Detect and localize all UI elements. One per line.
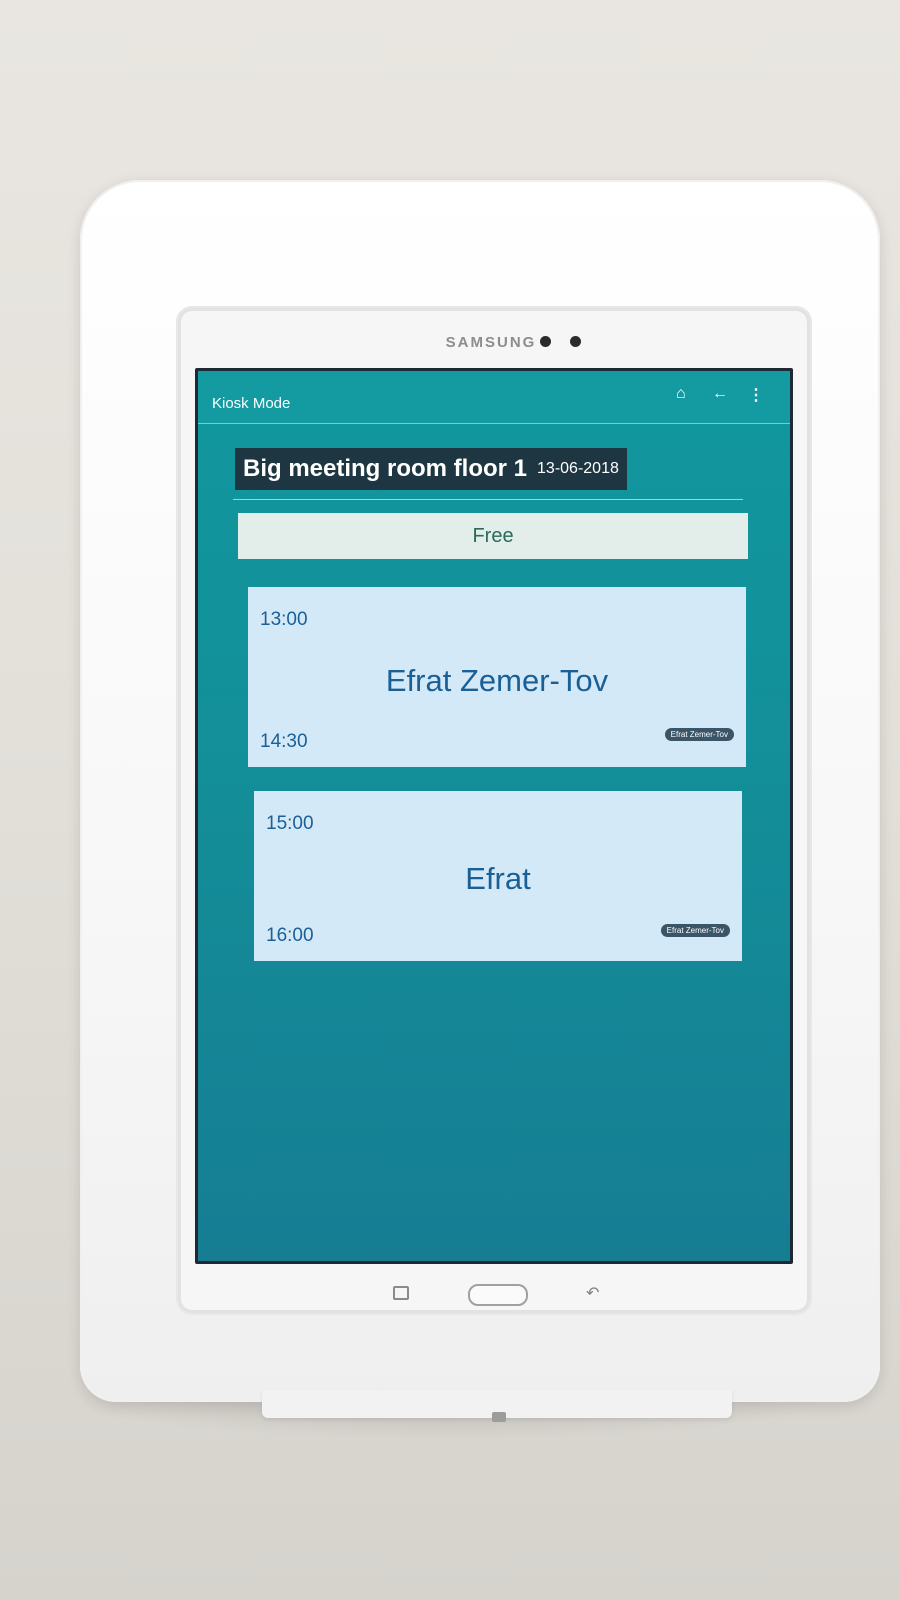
app-bar: Kiosk Mode ⌂ ← ⋮: [198, 371, 790, 424]
organizer-badge: Efrat Zemer-Tov: [660, 924, 730, 937]
app-title: Kiosk Mode: [212, 395, 291, 412]
home-icon[interactable]: ⌂: [676, 385, 686, 403]
return-icon[interactable]: ↶: [586, 1283, 599, 1303]
hardware-home-button[interactable]: [468, 1284, 528, 1306]
room-status-button[interactable]: Free: [238, 513, 748, 559]
room-date: 13-06-2018: [537, 460, 619, 477]
meeting-start-time: 13:00: [260, 609, 308, 630]
header-divider: [233, 499, 743, 500]
recent-apps-icon[interactable]: [393, 1286, 409, 1300]
room-name: Big meeting room floor 1: [243, 455, 528, 482]
camera-lens: [570, 336, 581, 347]
kiosk-screen: Kiosk Mode ⌂ ← ⋮ Big meeting room floor …: [195, 368, 793, 1264]
meeting-card[interactable]: 15:00 Efrat 16:00 Efrat Zemer-Tov: [254, 791, 742, 961]
camera-sensor: [540, 336, 551, 347]
brand-logo: SAMSUNG: [445, 334, 537, 351]
mount-screw: [492, 1412, 506, 1422]
meeting-card[interactable]: 13:00 Efrat Zemer-Tov 14:30 Efrat Zemer-…: [248, 587, 746, 767]
back-arrow-icon[interactable]: ←: [712, 385, 728, 403]
room-header: Big meeting room floor 1 13-06-2018: [235, 448, 627, 490]
meeting-end-time: 14:30: [260, 731, 308, 752]
more-vertical-icon[interactable]: ⋮: [748, 385, 764, 405]
meeting-start-time: 15:00: [266, 813, 314, 834]
meeting-title: Efrat Zemer-Tov: [385, 663, 609, 698]
meeting-title: Efrat: [465, 861, 531, 896]
organizer-badge: Efrat Zemer-Tov: [664, 728, 734, 741]
meeting-end-time: 16:00: [266, 925, 314, 946]
